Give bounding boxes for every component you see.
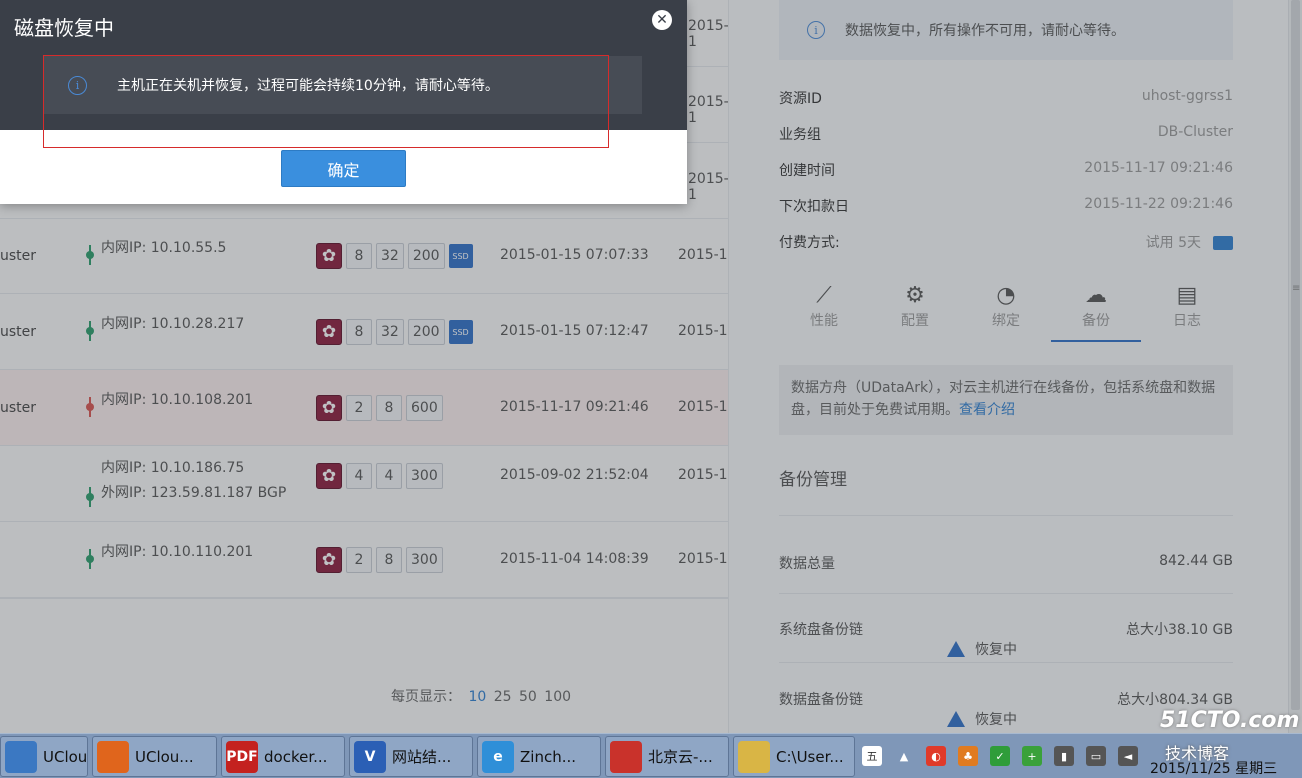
taskbar-label: UClou...: [43, 747, 88, 766]
taskbar-label: 网站结...: [392, 748, 452, 766]
windows-taskbar: UClou... UClou... PDF docker... V 网站结... e Zinc…: [0, 733, 1302, 778]
disk-restore-dialog: 磁盘恢复中 ✕ i 主机正在关机并恢复，过程可能会持续10分钟，请耐心等待。 确…: [0, 0, 687, 204]
plug-icon[interactable]: ▮: [1054, 746, 1074, 766]
plus-icon[interactable]: +: [1022, 746, 1042, 766]
system-tray: 五 ▲ ◐ ♣ ✓ + ▮ ▭ ◄: [862, 736, 1138, 776]
taskbar-label: C:\User...: [776, 747, 844, 766]
app-icon: [5, 740, 37, 773]
taskbar-item[interactable]: 北京云-...: [605, 736, 729, 777]
info-icon: i: [68, 75, 87, 95]
dialog-header: 磁盘恢复中 ✕ i 主机正在关机并恢复，过程可能会持续10分钟，请耐心等待。: [0, 0, 687, 130]
taskbar-item[interactable]: V 网站结...: [349, 736, 473, 777]
confirm-button[interactable]: 确定: [281, 150, 406, 187]
app-icon: [738, 740, 770, 773]
dialog-title: 磁盘恢复中: [14, 16, 114, 40]
volume-mute-icon[interactable]: ◄: [1118, 746, 1138, 766]
taskbar-label: 北京云-...: [648, 748, 713, 766]
network-icon[interactable]: ▭: [1086, 746, 1106, 766]
shield-red-icon[interactable]: ◐: [926, 746, 946, 766]
app-icon: [97, 740, 129, 773]
ime-icon[interactable]: 五: [862, 746, 882, 766]
taskbar-label: Zinch...: [520, 747, 577, 766]
app-icon: V: [354, 740, 386, 773]
watermark: 51CTO.com: [1160, 708, 1300, 733]
taskbar-item[interactable]: C:\User...: [733, 736, 855, 777]
taskbar-item[interactable]: UClou...: [0, 736, 88, 777]
taskbar-item[interactable]: e Zinch...: [477, 736, 601, 777]
app-icon: PDF: [226, 740, 258, 773]
taskbar-item[interactable]: UClou...: [92, 736, 217, 777]
bag-icon[interactable]: ♣: [958, 746, 978, 766]
app-icon: e: [482, 740, 514, 773]
dialog-message-box: i 主机正在关机并恢复，过程可能会持续10分钟，请耐心等待。: [44, 56, 642, 114]
watermark-sub: 技术博客: [1165, 744, 1230, 763]
taskbar-label: UClou...: [135, 747, 194, 766]
arrow-up-icon[interactable]: ▲: [894, 746, 914, 766]
taskbar-item[interactable]: PDF docker...: [221, 736, 345, 777]
close-icon[interactable]: ✕: [652, 10, 672, 30]
security-icon[interactable]: ✓: [990, 746, 1010, 766]
dialog-message: 主机正在关机并恢复，过程可能会持续10分钟，请耐心等待。: [117, 78, 499, 94]
app-icon: [610, 740, 642, 773]
taskbar-label: docker...: [264, 747, 328, 766]
